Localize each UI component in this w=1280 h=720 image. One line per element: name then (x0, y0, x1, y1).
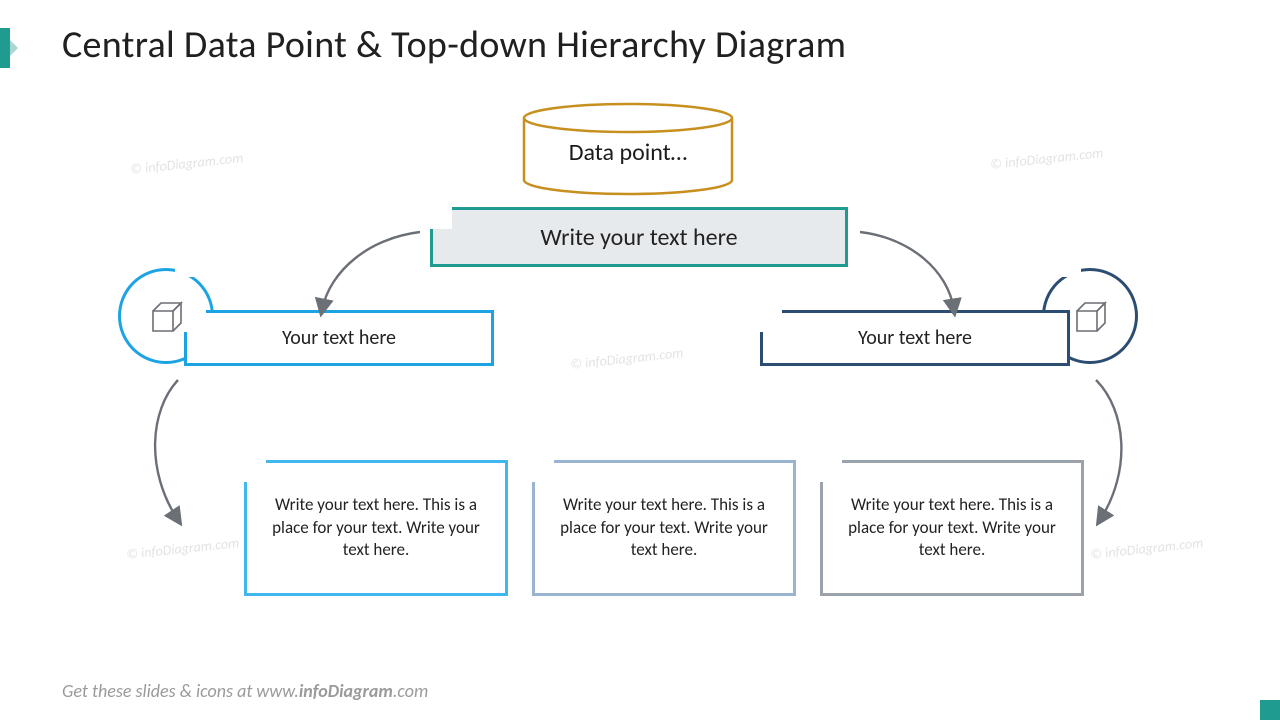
level3-box-a: Write your text here. This is a place fo… (244, 460, 508, 596)
level3-box-b: Write your text here. This is a place fo… (532, 460, 796, 596)
arrow-main-to-right (860, 232, 954, 310)
level3-box-c: Write your text here. This is a place fo… (820, 460, 1084, 596)
level2-box-right: Your text here (760, 310, 1070, 366)
main-box: Write your text here (430, 207, 848, 267)
arrow-main-to-left (322, 232, 420, 310)
watermark: © infoDiagram.com (129, 149, 243, 178)
arrow-left-down (155, 380, 178, 520)
cylinder-label: Data point… (530, 138, 726, 167)
watermark: © infoDiagram.com (1089, 534, 1203, 563)
watermark: © infoDiagram.com (569, 344, 683, 373)
cube-icon (143, 293, 189, 339)
diagram-canvas: © infoDiagram.com © infoDiagram.com © in… (0, 0, 1280, 720)
level2-box-left: Your text here (184, 310, 494, 366)
watermark: © infoDiagram.com (125, 534, 239, 563)
data-cylinder: Data point… (520, 102, 736, 200)
watermark: © infoDiagram.com (989, 144, 1103, 173)
footer-credit: Get these slides & icons at www.infoDiag… (62, 680, 428, 702)
corner-accent (1260, 700, 1280, 720)
cube-icon (1067, 293, 1113, 339)
arrow-right-down (1096, 380, 1121, 520)
